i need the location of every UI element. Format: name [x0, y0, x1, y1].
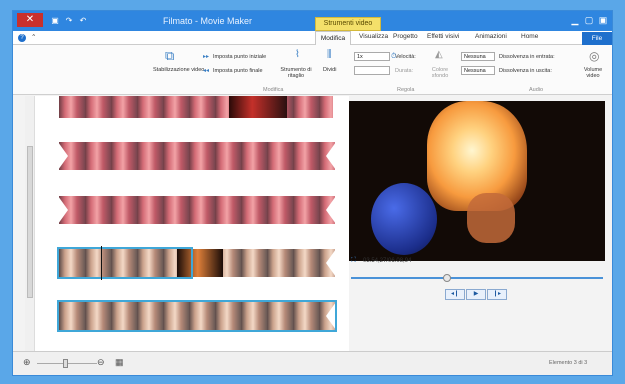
stabilization-button[interactable]: Stabilizzazione video [153, 67, 204, 73]
contextual-tab-video-tools: Strumenti video [315, 17, 381, 31]
speed-label: Velocità: [395, 54, 416, 60]
split-button[interactable]: Dividi [323, 67, 336, 73]
clip-edge-left [58, 142, 68, 170]
duration-dropdown[interactable] [354, 66, 390, 75]
seek-knob[interactable] [443, 274, 451, 282]
zoom-in-icon[interactable]: ⊕ [23, 357, 31, 368]
fullscreen-icon[interactable]: ⛶ [351, 257, 356, 265]
clip-edge-right [326, 249, 336, 277]
background-color-button[interactable]: Colore sfondo [427, 67, 453, 79]
timecode: 03.54,27/06.08,94 [363, 258, 412, 264]
tab-animations[interactable]: Animazioni [475, 33, 507, 40]
scrollbar-thumb[interactable] [27, 146, 33, 298]
set-end-button[interactable]: Imposta punto finale [213, 68, 263, 74]
movie-maker-window: ✕ ▣ ↷ ↶ Filmato - Movie Maker Strumenti … [12, 10, 613, 376]
clip-edge-right [326, 142, 336, 170]
duration-label: Durata: [395, 68, 414, 74]
volume-icon: ◎ [589, 49, 600, 63]
selection-highlight [57, 247, 193, 279]
fade-out-label: Dissolvenza in uscita: [499, 68, 552, 74]
preview-balloon [371, 183, 437, 255]
next-frame-button[interactable]: ❙▸ [487, 289, 507, 300]
tab-file[interactable]: File [582, 32, 612, 45]
preview-hands [467, 193, 515, 243]
item-count: Elemento 3 di 3 [549, 360, 588, 366]
redo-icon[interactable]: ↷ [63, 15, 75, 27]
clip-thumbnail-strip [59, 196, 335, 224]
group-label-settings: Regola [397, 87, 415, 93]
clip-dark-frames [229, 96, 287, 118]
background-color-icon: ◭ [435, 49, 443, 60]
clip-edge-left [58, 196, 68, 224]
seek-bar[interactable] [351, 277, 603, 279]
previous-frame-button[interactable]: ◂❙ [445, 289, 465, 300]
tab-home[interactable]: Home [521, 33, 538, 40]
speed-dropdown[interactable]: 1x [354, 52, 390, 61]
set-end-icon: ◂◂ [203, 68, 210, 74]
thumbnail-size-icon[interactable]: ▦ [115, 357, 124, 368]
play-button[interactable]: ▶ [466, 289, 486, 300]
stabilization-icon: ⧉ [165, 48, 175, 63]
clip-3[interactable] [58, 196, 336, 224]
fade-in-dropdown[interactable]: Nessuna [461, 52, 495, 61]
tab-view[interactable]: Visualizza [359, 33, 388, 40]
trim-icon: ⌇ [295, 49, 300, 60]
clip-thumbnail-strip [59, 142, 335, 170]
trim-tool-button[interactable]: Strumento di ritaglio [275, 67, 317, 79]
selection-highlight [57, 300, 337, 332]
save-icon[interactable]: ▣ [49, 15, 61, 27]
ribbon-tabs: ? ⌃ Modifica Visualizza Progetto Effetti… [13, 31, 612, 45]
status-bar: ⊕ ⊖ ▦ Elemento 3 di 3 [13, 351, 612, 375]
split-icon: ⫼ [327, 49, 332, 60]
tab-edit[interactable]: Modifica [315, 31, 351, 45]
tab-visual-effects[interactable]: Effetti visivi [427, 33, 459, 40]
help-icon[interactable]: ? [18, 34, 26, 42]
volume-button[interactable]: Volume video [579, 67, 607, 79]
ribbon: ⧉ Stabilizzazione video ▸▸ Imposta punto… [13, 45, 612, 95]
undo-icon[interactable]: ↶ [77, 15, 89, 27]
zoom-out-icon[interactable]: ⊖ [97, 357, 105, 368]
video-preview[interactable] [349, 101, 605, 261]
vertical-scrollbar[interactable] [25, 96, 35, 351]
restore-button[interactable]: ▣ [595, 14, 611, 27]
clip-edge-right [326, 196, 336, 224]
close-button[interactable]: ✕ [17, 13, 43, 27]
ribbon-collapse-icon[interactable]: ⌃ [31, 33, 36, 41]
zoom-slider-thumb[interactable] [63, 359, 68, 368]
title-bar: ✕ ▣ ↷ ↶ Filmato - Movie Maker Strumenti … [13, 11, 612, 31]
tab-project[interactable]: Progetto [393, 33, 418, 40]
fade-out-dropdown[interactable]: Nessuna [461, 66, 495, 75]
group-label-audio: Audio [529, 87, 544, 93]
clip-2[interactable] [58, 142, 336, 170]
storyboard-panel[interactable] [25, 96, 349, 351]
group-label-edit: Modifica [263, 87, 284, 93]
speed-icon: ⏱ [391, 53, 397, 60]
set-start-icon: ▸▸ [203, 54, 210, 60]
playhead[interactable] [101, 246, 102, 280]
window-title: Filmato - Movie Maker [163, 16, 253, 26]
set-start-button[interactable]: Imposta punto iniziale [213, 54, 266, 60]
clip-1[interactable] [59, 96, 333, 118]
clip-thumbnail-strip [59, 96, 333, 118]
fade-in-label: Dissolvenza in entrata: [499, 54, 555, 60]
